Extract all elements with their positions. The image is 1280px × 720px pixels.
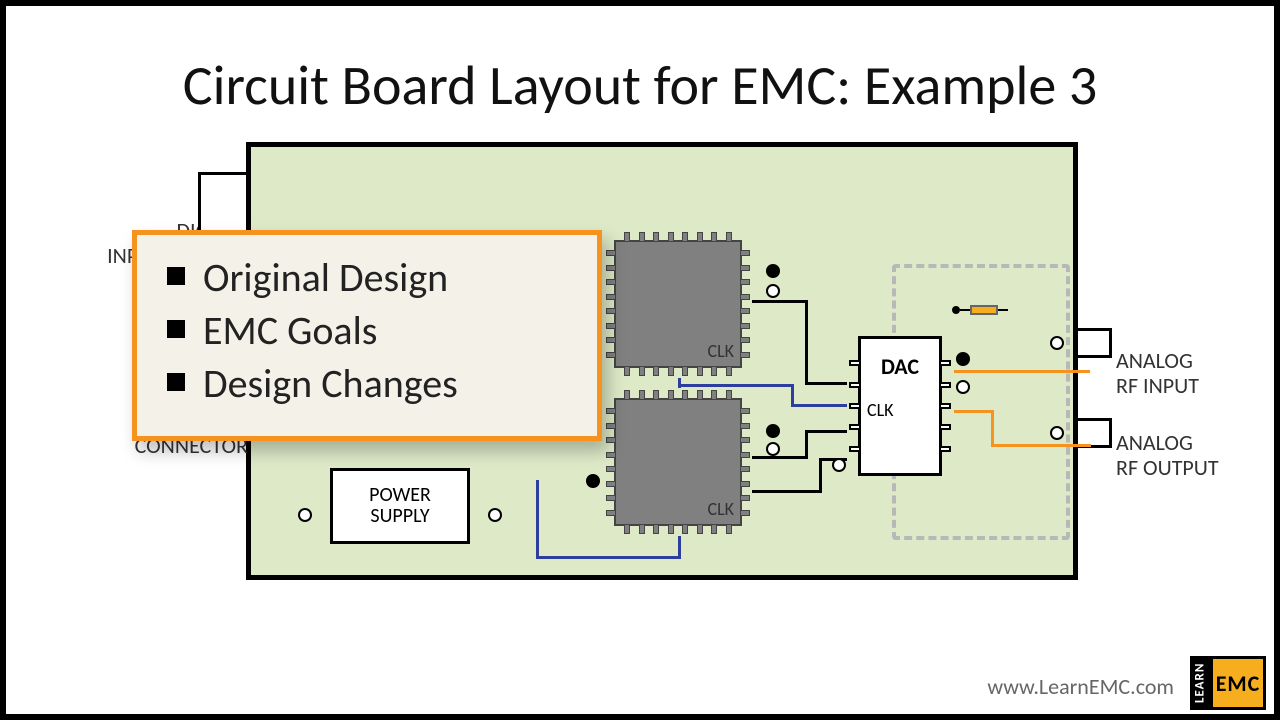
wire-clk <box>791 404 847 407</box>
bullet-icon <box>167 320 185 338</box>
wire-analog-out <box>991 410 994 446</box>
dac-label: DAC <box>861 353 939 380</box>
wire-clk <box>678 384 794 387</box>
port <box>488 508 502 522</box>
analog-input-tab <box>1078 328 1112 358</box>
wire-analog-out <box>991 444 1091 447</box>
dac-clk-label: CLK <box>867 399 894 421</box>
chip-top-clk-label: CLK <box>707 340 734 362</box>
wire-analog-out <box>954 410 994 413</box>
wire <box>805 382 847 385</box>
wire-clk <box>536 480 539 559</box>
dac-chip: DAC CLK <box>858 336 942 476</box>
wire <box>805 300 808 384</box>
wire-clk <box>536 556 681 559</box>
wire-analog-in <box>954 370 1090 373</box>
logo-emc-text: EMC <box>1210 656 1266 710</box>
wire <box>819 458 822 493</box>
overlay-item-2: EMC Goals <box>167 306 577 355</box>
port <box>766 424 780 438</box>
port <box>1050 426 1064 440</box>
port <box>766 442 780 456</box>
overlay-callout: Original Design EMC Goals Design Changes <box>132 230 602 441</box>
port <box>956 380 970 394</box>
learnemc-logo: LEARN EMC <box>1190 656 1266 710</box>
chip-clk-top: CLK <box>614 240 742 368</box>
port <box>956 352 970 366</box>
port <box>832 458 846 472</box>
port <box>298 508 312 522</box>
chip-bottom-clk-label: CLK <box>707 498 734 520</box>
overlay-item-1: Original Design <box>167 253 577 302</box>
slide-title: Circuit Board Layout for EMC: Example 3 <box>0 52 1280 120</box>
wire <box>805 430 808 459</box>
bullet-icon <box>167 373 185 391</box>
wire <box>805 430 847 433</box>
bullet-icon <box>167 267 185 285</box>
resistor <box>952 305 1008 315</box>
label-analog-input: ANALOG RF INPUT <box>1116 348 1266 399</box>
port <box>766 264 780 278</box>
logo-learn-text: LEARN <box>1190 656 1210 710</box>
supply-label-bot: SUPPLY <box>370 506 429 527</box>
power-supply-block: POWER SUPPLY <box>330 468 470 544</box>
port <box>586 474 600 488</box>
wire <box>752 456 808 459</box>
supply-label-top: POWER <box>369 485 431 506</box>
port <box>766 284 780 298</box>
label-analog-output: ANALOG RF OUTPUT <box>1116 430 1276 481</box>
overlay-item-3: Design Changes <box>167 359 577 408</box>
wire-clk <box>791 384 794 406</box>
wire <box>752 300 808 303</box>
port <box>1050 336 1064 350</box>
website-url: www.LearnEMC.com <box>987 673 1174 700</box>
wire <box>752 490 822 493</box>
chip-clk-bottom: CLK <box>614 398 742 526</box>
wire-clk <box>678 536 681 558</box>
